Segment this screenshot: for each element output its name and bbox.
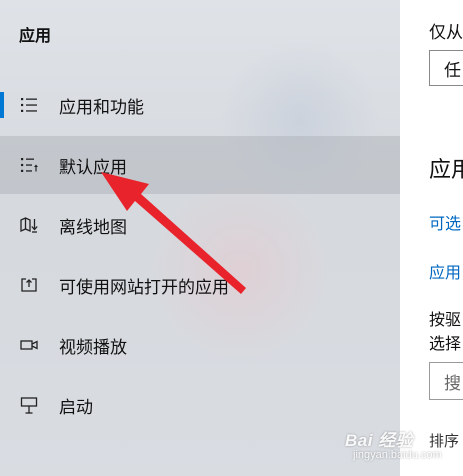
section-heading: 应用	[429, 158, 463, 183]
video-icon	[20, 340, 38, 350]
watermark-main: Bai 经验	[345, 431, 414, 450]
sidebar-item-apps-for-websites[interactable]: 可使用网站打开的应用	[0, 256, 400, 314]
watermark-url: jingyan.baidu.com	[353, 449, 442, 461]
sidebar-item-label: 应用和功能	[59, 97, 144, 118]
sidebar-item-default-apps[interactable]: 默认应用	[0, 136, 400, 194]
description-line-2: 选择	[429, 334, 462, 353]
sidebar-item-label: 离线地图	[59, 217, 127, 238]
sidebar-item-apps-features[interactable]: 应用和功能	[0, 76, 400, 134]
sidebar-item-label: 默认应用	[59, 157, 127, 178]
sidebar-item-label: 视频播放	[59, 337, 127, 358]
sidebar-item-video-playback[interactable]: 视频播放	[0, 316, 400, 374]
settings-sidebar: 应用 应用和功能 默认应用 离线地图 可使用网站打开的应用 视频播放 启动	[0, 0, 400, 476]
baidu-jingyan-watermark: Bai 经验 jingyan.baidu.com	[345, 426, 442, 461]
app-source-dropdown[interactable]: 任	[429, 50, 463, 86]
optional-features-link[interactable]: 可选	[429, 210, 461, 234]
active-indicator	[0, 92, 4, 118]
sidebar-item-label: 可使用网站打开的应用	[59, 277, 229, 298]
sidebar-title: 应用	[19, 26, 52, 45]
list-icon	[21, 98, 37, 112]
sidebar-item-label: 启动	[59, 397, 93, 418]
search-placeholder: 搜	[444, 373, 461, 394]
description-line-1: 按驱	[429, 310, 462, 329]
default-apps-icon	[21, 158, 38, 172]
app-execution-alias-link[interactable]: 应用	[429, 259, 461, 283]
app-source-heading: 仅从	[429, 23, 463, 43]
right-content-panel: 仅从 任 应用 可选 应用 按驱 选择 搜 排序	[400, 0, 463, 476]
search-input[interactable]: 搜	[429, 362, 463, 400]
startup-icon	[20, 397, 38, 414]
sidebar-item-offline-maps[interactable]: 离线地图	[0, 196, 400, 254]
website-apps-icon	[21, 278, 37, 292]
sidebar-item-startup[interactable]: 启动	[0, 376, 400, 434]
offline-map-icon	[20, 217, 38, 233]
dropdown-value: 任	[444, 60, 461, 81]
